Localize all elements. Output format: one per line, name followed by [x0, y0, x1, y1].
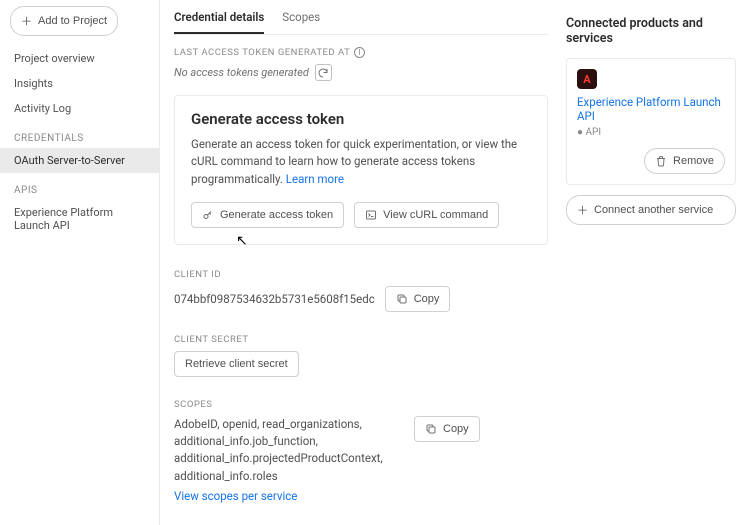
scopes-label: SCOPES	[174, 399, 548, 410]
connect-another-service-button[interactable]: ＋ Connect another service	[566, 195, 736, 225]
scopes-value: AdobeID, openid, read_organizations, add…	[174, 416, 404, 485]
client-id-section: CLIENT ID 074bbf0987534632b5731e5608f15e…	[174, 269, 548, 312]
nav-project-overview[interactable]: Project overview	[0, 46, 159, 71]
add-to-project-button[interactable]: ＋ Add to Project	[10, 6, 118, 36]
nav-api-launch[interactable]: Experience Platform Launch API	[0, 200, 159, 238]
client-id-label: CLIENT ID	[174, 269, 548, 280]
retrieve-secret-label: Retrieve client secret	[185, 358, 288, 370]
copy-icon	[396, 293, 408, 305]
info-icon[interactable]: i	[354, 47, 365, 58]
terminal-icon	[365, 209, 377, 221]
nav-section-credentials: CREDENTIALS	[0, 121, 159, 148]
trash-icon	[655, 155, 667, 167]
no-tokens-text: No access tokens generated	[174, 66, 309, 79]
generate-card-title: Generate access token	[191, 110, 531, 128]
product-name-link[interactable]: Experience Platform Launch API	[577, 95, 721, 123]
view-scopes-link[interactable]: View scopes per service	[174, 489, 297, 503]
center-column: Credential details Scopes LAST ACCESS TO…	[174, 10, 548, 525]
last-generated-text: LAST ACCESS TOKEN GENERATED AT	[174, 47, 350, 58]
tab-credential-details[interactable]: Credential details	[174, 10, 264, 34]
copy-label: Copy	[414, 293, 440, 305]
copy-client-id-button[interactable]: Copy	[385, 286, 451, 312]
right-column: Connected products and services A Experi…	[566, 10, 736, 525]
copy-label: Copy	[443, 423, 469, 435]
generate-card-desc-text: Generate an access token for quick exper…	[191, 137, 517, 186]
copy-scopes-button[interactable]: Copy	[414, 416, 480, 442]
sidebar: ＋ Add to Project Project overview Insigh…	[0, 0, 160, 525]
generate-card-desc: Generate an access token for quick exper…	[191, 136, 531, 188]
scopes-section: SCOPES AdobeID, openid, read_organizatio…	[174, 399, 548, 503]
last-generated-label: LAST ACCESS TOKEN GENERATED AT i	[174, 47, 548, 58]
tab-scopes[interactable]: Scopes	[282, 10, 320, 34]
client-secret-label: CLIENT SECRET	[174, 334, 548, 345]
generate-token-card: Generate access token Generate an access…	[174, 95, 548, 245]
remove-label: Remove	[673, 155, 714, 167]
key-icon	[202, 209, 214, 221]
add-to-project-label: Add to Project	[38, 15, 107, 27]
main-content: Credential details Scopes LAST ACCESS TO…	[160, 0, 750, 525]
tabs: Credential details Scopes	[174, 10, 548, 35]
no-tokens-row: No access tokens generated	[174, 64, 548, 81]
connect-another-label: Connect another service	[594, 204, 713, 216]
nav-activity-log[interactable]: Activity Log	[0, 96, 159, 121]
nav-section-apis: APIS	[0, 173, 159, 200]
adobe-product-icon: A	[577, 69, 597, 89]
retrieve-client-secret-button[interactable]: Retrieve client secret	[174, 351, 299, 377]
remove-product-button[interactable]: Remove	[644, 148, 725, 174]
refresh-icon	[317, 67, 329, 79]
product-card: A Experience Platform Launch API ● API R…	[566, 58, 736, 185]
plus-icon: ＋	[21, 13, 32, 29]
generate-btn-label: Generate access token	[220, 209, 333, 221]
view-curl-label: View cURL command	[383, 209, 488, 221]
connected-products-title: Connected products and services	[566, 16, 736, 46]
refresh-button[interactable]	[315, 64, 332, 81]
product-type: ● API	[577, 127, 725, 138]
nav-insights[interactable]: Insights	[0, 71, 159, 96]
copy-icon	[425, 423, 437, 435]
client-secret-section: CLIENT SECRET Retrieve client secret	[174, 334, 548, 377]
generate-access-token-button[interactable]: Generate access token	[191, 202, 344, 228]
client-id-value: 074bbf0987534632b5731e5608f15edc	[174, 292, 375, 306]
learn-more-link[interactable]: Learn more	[286, 172, 344, 186]
plus-icon: ＋	[577, 202, 588, 218]
view-curl-button[interactable]: View cURL command	[354, 202, 499, 228]
nav-credential-oauth[interactable]: OAuth Server-to-Server	[0, 148, 159, 173]
